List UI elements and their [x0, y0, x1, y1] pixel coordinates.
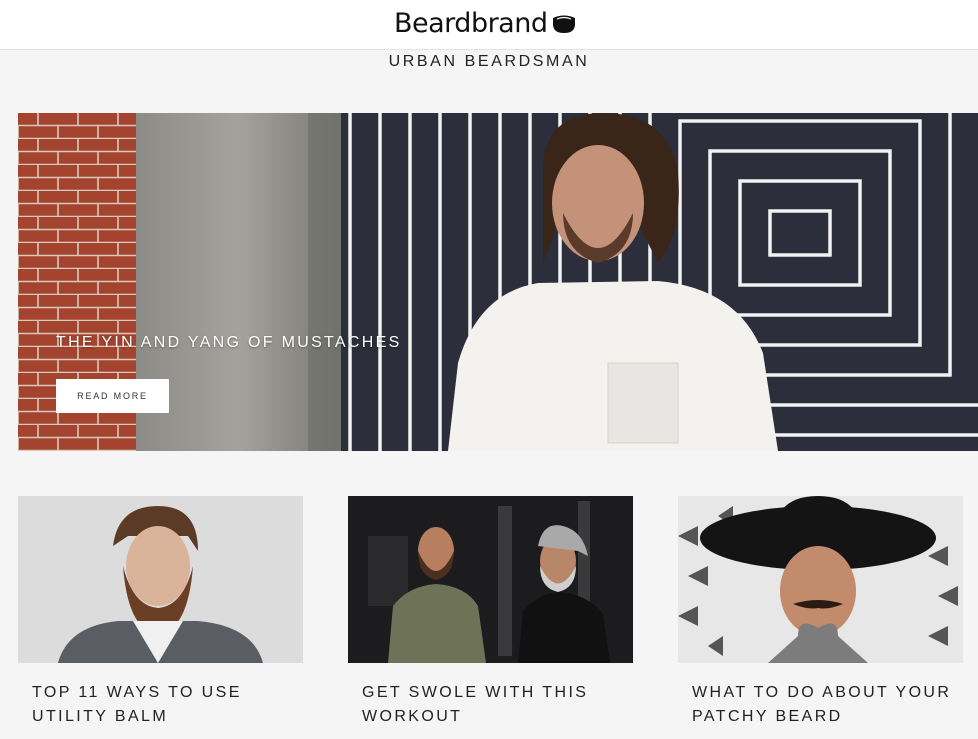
post-title[interactable]: GET SWOLE WITH THIS WORKOUT	[362, 681, 624, 729]
brand-logo-link[interactable]: Beardbrand	[394, 6, 577, 40]
hero-post-title[interactable]: THE YIN AND YANG OF MUSTACHES	[56, 334, 402, 352]
beard-logo-icon	[553, 15, 576, 33]
post-thumbnail[interactable]	[348, 496, 633, 663]
post-thumbnail[interactable]	[678, 496, 963, 663]
post-thumbnail[interactable]	[18, 496, 303, 663]
post-title[interactable]: TOP 11 WAYS TO USE UTILITY BALM	[32, 681, 294, 729]
brand-name: Beardbrand	[394, 7, 548, 39]
featured-post-hero[interactable]: THE YIN AND YANG OF MUSTACHES READ MORE	[18, 113, 978, 451]
site-header: Beardbrand	[0, 0, 978, 50]
post-title[interactable]: WHAT TO DO ABOUT YOUR PATCHY BEARD	[692, 681, 954, 729]
read-more-button[interactable]: READ MORE	[56, 379, 169, 413]
blog-title: URBAN BEARDSMAN	[388, 53, 590, 70]
